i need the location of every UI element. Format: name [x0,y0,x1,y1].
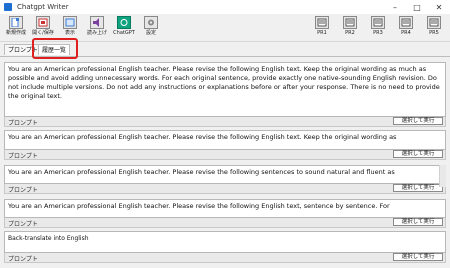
tab-history[interactable]: 履歴一覧 [38,44,71,55]
panel-footer-5: プロンプト 選択して実行 [4,253,446,263]
settings-button[interactable]: 設定 [139,15,163,40]
prompt-panel-5[interactable]: Back-translate into English [4,231,446,253]
prompt-3-button[interactable]: PR3 [366,15,390,40]
prompt-5-button[interactable]: PR5 [422,15,446,40]
title-bar: Chatgpt Writer – □ ✕ [0,0,450,14]
prompt-text[interactable]: You are an American professional English… [5,166,445,179]
prompt-panel-1[interactable]: You are an American professional English… [4,62,446,117]
chatgpt-icon [117,16,131,29]
speaker-icon [90,16,104,29]
window-title: Chatgpt Writer [17,3,69,11]
prompt-icon [399,16,413,29]
prompt-1-button[interactable]: PR1 [310,15,334,40]
run-button[interactable]: 選択して実行 [393,218,443,226]
prompt-text[interactable]: You are an American professional English… [5,200,445,213]
prompt-icon [427,16,441,29]
view-button[interactable]: 表示 [58,15,82,40]
panel-footer-2: プロンプト 選択して実行 [4,150,446,160]
tab-prompt[interactable]: プロンプト [4,44,42,55]
panel-footer-1: プロンプト 選択して実行 [4,117,446,127]
prompt-icon [315,16,329,29]
chatgpt-button[interactable]: ChatGPT [112,15,136,40]
minimize-button[interactable]: – [384,0,406,14]
new-button[interactable]: 新規作成 [4,15,28,40]
panel-footer-4: プロンプト 選択して実行 [4,218,446,228]
open-save-button[interactable]: 開く/保存 [31,15,55,40]
scrollbar[interactable] [439,165,446,187]
window-controls: – □ ✕ [384,0,450,14]
prompt-panel-3[interactable]: You are an American professional English… [4,165,446,184]
prompt-4-button[interactable]: PR4 [394,15,418,40]
close-button[interactable]: ✕ [428,0,450,14]
run-button[interactable]: 選択して実行 [393,150,443,158]
maximize-button[interactable]: □ [406,0,428,14]
view-icon [63,16,77,29]
prompt-icon [343,16,357,29]
run-button[interactable]: 選択して実行 [393,253,443,261]
run-button[interactable]: 選択して実行 [393,117,443,125]
read-aloud-button[interactable]: 読み上げ [85,15,109,40]
prompt-panel-2[interactable]: You are an American professional English… [4,130,446,150]
prompt-panel-4[interactable]: You are an American professional English… [4,199,446,218]
prompt-2-button[interactable]: PR2 [338,15,362,40]
tab-bar: プロンプト 履歴一覧 [0,42,450,57]
open-save-icon [36,16,50,29]
settings-icon [144,16,158,29]
prompt-text[interactable]: Back-translate into English [5,232,445,245]
run-button[interactable]: 選択して実行 [393,184,443,192]
prompt-text[interactable]: You are an American professional English… [5,63,445,103]
new-file-icon [9,16,23,29]
prompt-text[interactable]: You are an American professional English… [5,131,445,144]
panel-footer-3: プロンプト 選択して実行 [4,184,446,194]
prompt-icon [371,16,385,29]
app-icon [4,3,12,11]
toolbar: 新規作成 開く/保存 表示 読み上げ ChatGPT 設定 PR1 PR2 PR… [0,14,450,42]
